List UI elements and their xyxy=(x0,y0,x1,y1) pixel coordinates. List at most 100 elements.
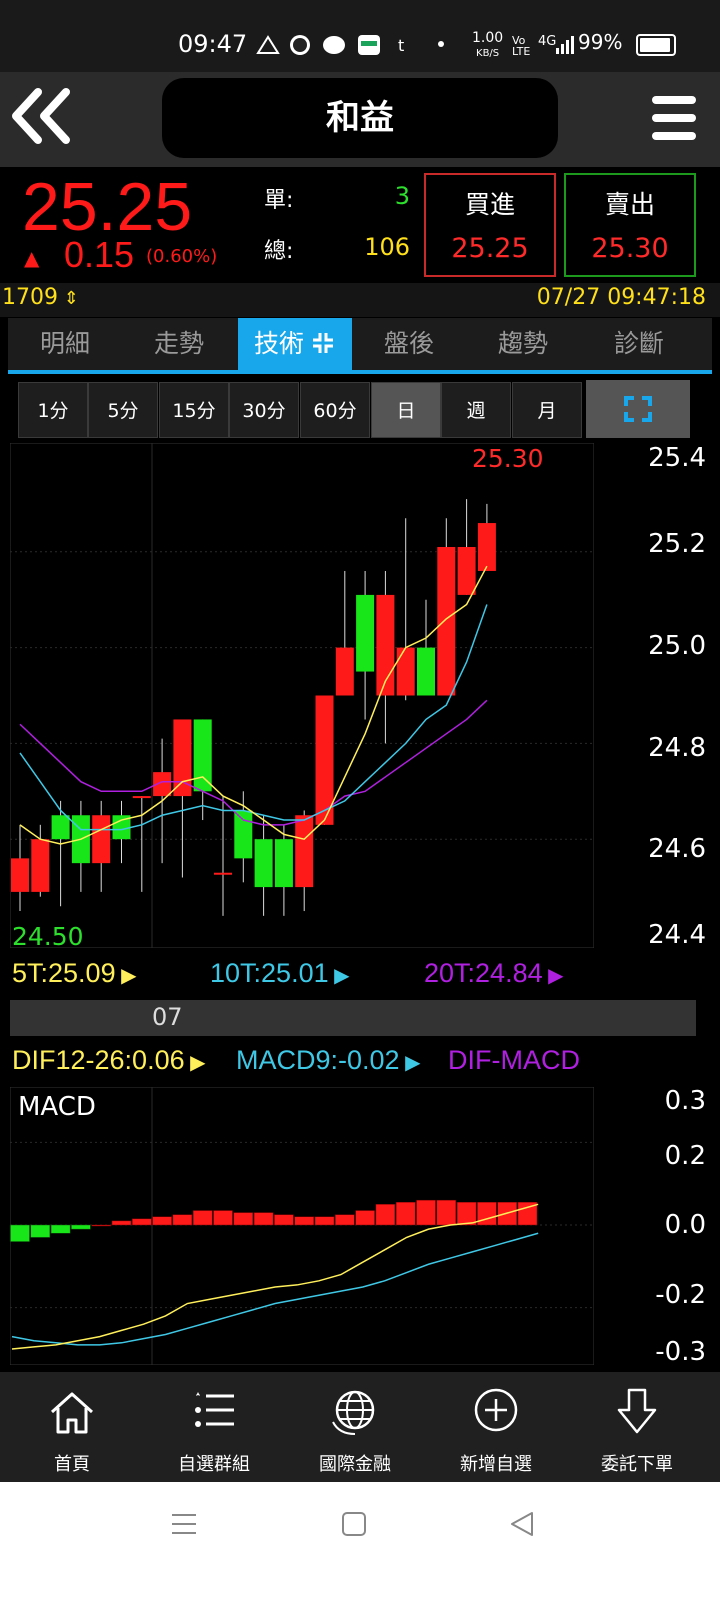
candle-down xyxy=(234,810,253,859)
fullscreen-button[interactable] xyxy=(586,380,690,438)
tab-trend[interactable]: 走勢 xyxy=(122,318,236,370)
macd-histogram-bar xyxy=(477,1202,497,1226)
candle-up xyxy=(11,858,29,892)
macd9-label[interactable]: MACD9:-0.02 ▶ xyxy=(236,1045,421,1076)
candle-up xyxy=(396,647,415,696)
price-change: 0.15 xyxy=(64,234,135,275)
period-15min[interactable]: 15分 xyxy=(159,382,229,438)
candlestick-chart[interactable] xyxy=(10,443,594,948)
candle-down xyxy=(51,815,70,840)
single-volume-value: 3 xyxy=(394,182,410,210)
period-week[interactable]: 週 xyxy=(441,382,511,438)
y-tick: 25.2 xyxy=(648,529,706,559)
chart-high-label: 25.30 xyxy=(472,444,544,473)
tab-technical[interactable]: 技術 xyxy=(238,318,352,370)
macd-y-tick: 0.3 xyxy=(664,1086,706,1116)
quote-datetime: 07/27 09:47:18 xyxy=(536,285,706,310)
buy-price-box[interactable]: 買進 25.25 xyxy=(424,173,556,277)
candle-up xyxy=(477,523,496,571)
nav-international-finance-label: 國際金融 xyxy=(319,1454,391,1475)
add-circle-icon xyxy=(474,1388,518,1432)
sell-price: 25.30 xyxy=(591,233,669,264)
period-60min[interactable]: 60分 xyxy=(300,382,370,438)
macd-y-tick: 0.2 xyxy=(664,1141,706,1171)
macd-y-tick: -0.3 xyxy=(655,1337,706,1367)
candle-up xyxy=(132,796,151,799)
candle-up xyxy=(92,815,111,864)
menu-icon[interactable] xyxy=(652,96,700,140)
fullscreen-icon xyxy=(624,396,652,422)
date-axis-strip xyxy=(10,1000,696,1036)
y-tick: 25.0 xyxy=(648,631,706,661)
candle-down xyxy=(193,719,212,792)
candle-down xyxy=(356,594,375,672)
macd-histogram-bar xyxy=(71,1224,91,1230)
candle-down xyxy=(274,839,293,888)
period-month[interactable]: 月 xyxy=(512,382,582,438)
macd-histogram-bar xyxy=(132,1218,152,1226)
recent-apps-icon[interactable] xyxy=(170,1510,198,1538)
candle-up xyxy=(335,647,354,696)
page-title: 和益 xyxy=(326,98,394,138)
back-double-chevron-icon[interactable] xyxy=(8,86,78,146)
nav-place-order[interactable]: 委託下單 xyxy=(565,1372,709,1482)
stock-code[interactable]: 1709 ⇕ xyxy=(2,285,79,310)
macd-histogram-bar xyxy=(213,1210,233,1226)
system-nav-bar xyxy=(0,1482,720,1600)
month-label: 07 xyxy=(152,1003,183,1031)
tab-diagnosis[interactable]: 診斷 xyxy=(582,318,696,370)
macd-y-tick: -0.2 xyxy=(655,1280,706,1310)
macd-histogram-bar xyxy=(436,1199,457,1226)
macd-histogram-bar xyxy=(253,1212,274,1226)
tab-detail[interactable]: 明細 xyxy=(8,318,122,370)
home-button-icon[interactable] xyxy=(340,1510,368,1538)
macd-histogram-bar xyxy=(375,1204,396,1226)
period-30min[interactable]: 30分 xyxy=(229,382,299,438)
nav-international-finance[interactable]: 國際金融 xyxy=(283,1372,427,1482)
svg-text:t: t xyxy=(398,36,404,55)
macd-histogram-bar xyxy=(294,1216,314,1226)
tab-trends[interactable]: 趨勢 xyxy=(466,318,580,370)
ma20-label[interactable]: 20T:24.84 ▶ xyxy=(424,958,564,989)
macd-title: MACD xyxy=(18,1092,96,1122)
macd-histogram-bar xyxy=(355,1210,375,1226)
period-1min[interactable]: 1分 xyxy=(18,382,88,438)
macd-chart[interactable] xyxy=(10,1087,594,1365)
macd-histogram-bar xyxy=(152,1216,172,1226)
sell-price-box[interactable]: 賣出 25.30 xyxy=(564,173,696,277)
status-bar: 09:47 t 1.00 KB/S Vo LTE 4G 99% xyxy=(0,0,720,72)
candle-down xyxy=(254,839,273,888)
net-speed: 1.00 KB/S xyxy=(472,30,504,59)
nav-watchlist-groups[interactable]: 自選群組 xyxy=(142,1372,286,1482)
back-icon[interactable] xyxy=(508,1510,536,1538)
period-day[interactable]: 日 xyxy=(371,382,441,438)
battery-percent: 99% xyxy=(578,30,623,54)
macd-histogram-bar xyxy=(172,1214,193,1226)
macd-histogram-bar xyxy=(50,1224,71,1234)
order-arrow-icon xyxy=(617,1388,657,1434)
dif-label[interactable]: DIF12-26:0.06 ▶ xyxy=(12,1045,206,1076)
macd-histogram-bar xyxy=(192,1210,213,1226)
candle-up xyxy=(214,872,232,875)
total-volume-value: 106 xyxy=(364,233,410,261)
buy-price: 25.25 xyxy=(451,233,529,264)
price-change-percent: (0.60%) xyxy=(146,246,218,267)
collapse-icon xyxy=(313,333,333,353)
tab-after-hours[interactable]: 盤後 xyxy=(352,318,466,370)
nav-home[interactable]: 首頁 xyxy=(0,1372,144,1482)
macd-histogram-bar xyxy=(111,1220,132,1226)
tab-technical-label: 技術 xyxy=(253,329,304,358)
period-5min[interactable]: 5分 xyxy=(88,382,158,438)
nav-add-watchlist[interactable]: 新增自選 xyxy=(424,1372,568,1482)
macd-histogram-bar xyxy=(233,1212,254,1226)
home-icon xyxy=(50,1392,94,1434)
dif-macd-label[interactable]: DIF-MACD xyxy=(448,1045,580,1076)
ma5-label[interactable]: 5T:25.09 ▶ xyxy=(12,958,137,989)
macd-histogram-bar xyxy=(416,1199,436,1226)
volte-label: Vo LTE xyxy=(512,34,531,58)
ma10-label[interactable]: 10T:25.01 ▶ xyxy=(210,958,350,989)
candle-up xyxy=(31,839,50,892)
nav-watchlist-groups-label: 自選群組 xyxy=(178,1454,250,1475)
battery-icon xyxy=(636,34,676,56)
candle-up xyxy=(457,547,476,595)
